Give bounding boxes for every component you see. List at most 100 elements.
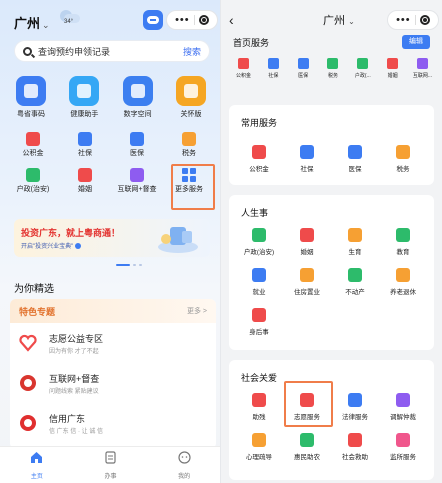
quick-entry-label: 数字空间 bbox=[123, 111, 152, 118]
service-internet-supervision[interactable]: 互联网+督查 bbox=[112, 167, 162, 199]
feature-item-desc: 问题线索 紧贴建议 bbox=[49, 389, 99, 395]
service-item[interactable]: 就业 bbox=[235, 268, 283, 296]
feature-item[interactable]: 信用广东信 广东 信 · 让 诚 信 bbox=[19, 409, 209, 445]
service-row: 公积金 社保 医保 税务 bbox=[8, 131, 214, 163]
close-mini-program-icon[interactable] bbox=[419, 15, 430, 25]
service-icon bbox=[300, 433, 314, 447]
service-item[interactable]: 调解仲裁 bbox=[379, 393, 427, 421]
quick-entry-health[interactable]: 健康助手 bbox=[59, 76, 109, 119]
feature-topic-card: 特色专题 更多 > 志愿公益专区 因为有你 才了不起 互联网+督查 问题线索 紧贴建议… bbox=[10, 299, 216, 449]
home-service-item[interactable]: 户政(... bbox=[350, 58, 375, 79]
service-icon bbox=[252, 433, 266, 447]
more-icon[interactable]: ••• bbox=[175, 15, 190, 26]
more-services-highlight bbox=[171, 164, 215, 210]
tab-tasks[interactable]: 办事 bbox=[85, 450, 135, 480]
capsule-divider bbox=[414, 15, 416, 25]
feature-item-name: 互联网+督查 bbox=[49, 374, 100, 384]
promo-banner[interactable]: 投资广东，就上粤商通！ 开启"投资兴业宝典" bbox=[14, 219, 210, 257]
service-label: 生育 bbox=[348, 249, 362, 256]
service-icon bbox=[300, 145, 314, 159]
assistant-robot-icon[interactable] bbox=[143, 10, 163, 30]
home-service-label: 医保 bbox=[298, 73, 309, 79]
search-input[interactable]: 查询预约申领记录 bbox=[38, 45, 183, 58]
service-item[interactable]: 婚姻 bbox=[283, 228, 331, 256]
service-item[interactable]: 惠民助农 bbox=[283, 433, 331, 461]
home-services-row: 公积金 社保 医保 税务 户政(... 婚姻 互联网... bbox=[231, 58, 435, 79]
city-selector[interactable]: 广州 ⌄ bbox=[14, 13, 50, 32]
service-item[interactable]: 社保 bbox=[283, 145, 331, 173]
marriage-icon bbox=[78, 168, 92, 182]
service-label: 医保 bbox=[348, 166, 362, 173]
close-mini-program-icon[interactable] bbox=[198, 15, 209, 25]
service-icon bbox=[252, 228, 266, 242]
common-services-row: 公积金 社保 医保 税务 bbox=[235, 145, 427, 173]
service-icon bbox=[297, 58, 309, 69]
feature-item[interactable]: 互联网+督查问题线索 紧贴建议 bbox=[19, 369, 209, 405]
internet-supervision-icon bbox=[130, 168, 144, 182]
service-label: 社会救助 bbox=[342, 454, 368, 461]
quick-entry-label: 粤省事码 bbox=[17, 111, 45, 118]
service-item[interactable]: 教育 bbox=[379, 228, 427, 256]
quick-entry-digital-space[interactable]: 数字空间 bbox=[113, 76, 163, 119]
service-household[interactable]: 户政(治安) bbox=[8, 167, 58, 199]
qr-code-icon bbox=[16, 76, 46, 106]
quick-entry-care[interactable]: 关怀版 bbox=[166, 76, 216, 119]
home-service-item[interactable]: 公积金 bbox=[231, 58, 256, 79]
service-item[interactable]: 户政(治安) bbox=[235, 228, 283, 256]
service-label: 互联网+督查 bbox=[117, 186, 157, 193]
home-service-item[interactable]: 婚姻 bbox=[380, 58, 405, 79]
home-service-label: 税务 bbox=[327, 73, 338, 79]
service-item[interactable]: 医保 bbox=[331, 145, 379, 173]
service-item[interactable]: 生育 bbox=[331, 228, 379, 256]
tab-home[interactable]: 主页 bbox=[12, 451, 62, 480]
carousel-indicator-active bbox=[116, 264, 130, 266]
service-tax[interactable]: 税务 bbox=[164, 131, 214, 163]
service-item[interactable]: 监所服务 bbox=[379, 433, 427, 461]
search-button[interactable]: 搜索 bbox=[183, 45, 201, 58]
life-events-panel: 人生事 户政(治安) 婚姻 生育 教育 就业 住房置业 不动产 养老退休 身后事 bbox=[229, 195, 434, 350]
chevron-down-icon: ⌄ bbox=[348, 17, 355, 26]
feature-more-link[interactable]: 更多 > bbox=[187, 306, 207, 316]
social-care-title: 社会关爱 bbox=[241, 373, 278, 383]
common-services-title: 常用服务 bbox=[241, 118, 278, 128]
home-service-item[interactable]: 医保 bbox=[291, 58, 316, 79]
service-item[interactable]: 住房置业 bbox=[283, 268, 331, 296]
search-bar[interactable]: 查询预约申领记录 搜索 bbox=[14, 40, 210, 62]
service-item[interactable]: 不动产 bbox=[331, 268, 379, 296]
mini-program-capsule: ••• bbox=[387, 10, 439, 30]
home-service-item[interactable]: 互联网... bbox=[410, 58, 435, 79]
home-service-item[interactable]: 税务 bbox=[320, 58, 345, 79]
emblem-icon bbox=[19, 374, 37, 392]
more-icon[interactable]: ••• bbox=[396, 15, 411, 26]
service-item[interactable]: 身后事 bbox=[235, 308, 283, 336]
carousel-indicator bbox=[133, 264, 136, 266]
service-label: 税务 bbox=[396, 166, 410, 173]
service-label: 心理疏导 bbox=[246, 454, 272, 461]
service-marriage[interactable]: 婚姻 bbox=[60, 167, 110, 199]
search-icon bbox=[23, 46, 32, 56]
service-item[interactable]: 税务 bbox=[379, 145, 427, 173]
home-service-item[interactable]: 社保 bbox=[261, 58, 286, 79]
service-social-security[interactable]: 社保 bbox=[60, 131, 110, 163]
more-services-screen: ‹ 广州 ⌄ ••• 首页服务 编辑 公积金 社保 医保 税务 户政(... 婚姻 互联网.… bbox=[221, 0, 442, 483]
weather-widget[interactable]: 34° bbox=[58, 10, 84, 28]
service-label: 医保 bbox=[130, 150, 144, 157]
service-item[interactable]: 公积金 bbox=[235, 145, 283, 173]
service-item[interactable]: 社会救助 bbox=[331, 433, 379, 461]
quick-entry-qr-code[interactable]: 粤省事码 bbox=[6, 76, 56, 119]
life-events-title: 人生事 bbox=[241, 208, 269, 218]
common-services-panel: 常用服务 公积金 社保 医保 税务 bbox=[229, 105, 434, 185]
service-item[interactable]: 助残 bbox=[235, 393, 283, 421]
household-icon bbox=[26, 168, 40, 182]
edit-button[interactable]: 编辑 bbox=[402, 35, 430, 49]
service-item[interactable]: 心理疏导 bbox=[235, 433, 283, 461]
service-house-fund[interactable]: 公积金 bbox=[8, 131, 58, 163]
tab-profile[interactable]: 我的 bbox=[159, 450, 209, 480]
service-item[interactable]: 养老退休 bbox=[379, 268, 427, 296]
service-medical-insurance[interactable]: 医保 bbox=[112, 131, 162, 163]
service-item[interactable]: 法律服务 bbox=[331, 393, 379, 421]
social-care-row: 心理疏导 惠民助农 社会救助 监所服务 bbox=[235, 433, 427, 461]
back-arrow-icon[interactable]: ‹ bbox=[229, 12, 234, 28]
city-selector[interactable]: 广州 ⌄ bbox=[323, 12, 355, 28]
feature-item[interactable]: 志愿公益专区 因为有你 才了不起 bbox=[19, 329, 209, 365]
